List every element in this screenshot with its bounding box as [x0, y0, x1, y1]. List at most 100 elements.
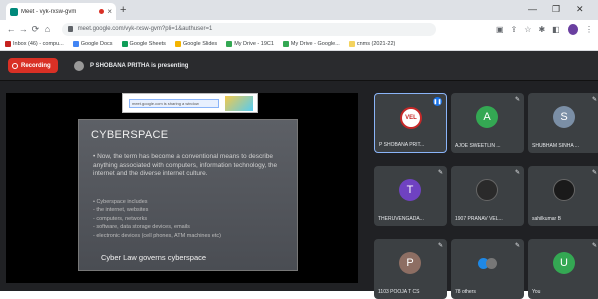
participant-tile[interactable]: A ✎ AJOE SWEETLIN ... [451, 93, 524, 153]
meet-favicon-icon [10, 7, 18, 16]
bookmark-label: Inbox (46) - compu... [13, 41, 64, 47]
participant-tile[interactable]: S ✎ SHUBHAM SINHA ... [528, 93, 598, 153]
puzzle-icon[interactable]: ◧ [552, 25, 560, 34]
mic-off-icon: ✎ [591, 170, 597, 176]
participant-avatar: T [399, 179, 421, 201]
slide-body: • Now, the term has become a conventiona… [93, 153, 278, 178]
speaking-indicator-icon: ❚❚ [433, 97, 442, 106]
participant-avatar: U [553, 252, 575, 274]
participant-tile[interactable]: P ✎ 1103 POOJA T CS [374, 239, 447, 299]
participant-avatar: S [553, 106, 575, 128]
share-banner: meet.google.com is sharing a window [122, 93, 258, 113]
close-window-button[interactable]: ✕ [576, 4, 584, 15]
bookmark-item[interactable]: Google Docs [72, 41, 113, 47]
meet-top-bar: Recording P SHOBANA PRITHA is presenting [0, 51, 598, 81]
bookmark-item[interactable]: cnms (2021-22) [348, 41, 396, 47]
presentation-slide: CYBERSPACE • Now, the term has become a … [78, 119, 298, 271]
mic-off-icon: ✎ [514, 170, 520, 176]
participant-tile[interactable]: ✎ 78 others [451, 239, 524, 299]
share-icon[interactable]: ⇪ [511, 25, 518, 34]
bookmark-label: Google Slides [182, 41, 218, 47]
bookmark-star-icon[interactable]: ☆ [524, 25, 531, 34]
participant-tile[interactable]: T ✎ THERUVENGADA... [374, 166, 447, 226]
participant-tile[interactable]: VEL ❚❚ P SHOBANA PRIT... [374, 93, 447, 153]
mic-off-icon: ✎ [514, 97, 520, 103]
participant-logo: VEL [400, 107, 422, 129]
bookmark-label: cnms (2021-22) [356, 41, 396, 47]
participant-tile[interactable]: U ✎ You [528, 239, 598, 299]
participant-name: AJOE SWEETLIN ... [455, 143, 501, 149]
bookmark-label: My Drive - Google... [290, 41, 340, 47]
participant-name: THERUVENGADA... [378, 216, 424, 222]
mic-off-icon: ✎ [514, 243, 520, 249]
address-text: meet.google.com/vyk-rxsw-gvm?pli=1&authu… [77, 26, 213, 32]
slide-footer: Cyber Law governs cyberspace [101, 253, 207, 262]
slide-sub-item: - electronic devices (cell phones, ATM m… [93, 232, 221, 239]
participant-name: 1103 POOJA T CS [378, 289, 420, 295]
participant-name: You [532, 289, 541, 295]
restore-button[interactable]: ❐ [552, 4, 560, 15]
bookmark-label: Google Sheets [129, 41, 166, 47]
home-button[interactable]: ⌂ [41, 24, 53, 34]
participant-tile[interactable]: ✎ 1907 PRANAV VEL... [451, 166, 524, 226]
bookmark-icon [174, 41, 181, 47]
presenting-text: P SHOBANA PRITHA is presenting [90, 62, 189, 69]
presenter-avatar [74, 60, 84, 71]
participant-avatar: P [399, 252, 421, 274]
bookmark-label: My Drive - 19C1 [234, 41, 274, 47]
extension-icon[interactable]: ✱ [538, 25, 545, 34]
back-button[interactable]: ← [5, 24, 17, 34]
slide-sub-item: - computers, networks [93, 215, 148, 222]
forward-button[interactable]: → [17, 24, 29, 34]
tab-title: Meet - vyk-rxsw-gvm [21, 8, 77, 15]
participant-name: SHUBHAM SINHA ... [532, 143, 579, 149]
mic-off-icon: ✎ [591, 243, 597, 249]
participant-avatar: A [476, 106, 498, 128]
minimize-button[interactable]: — [528, 4, 537, 14]
bookmark-icon [5, 41, 11, 47]
mic-off-icon: ✎ [591, 97, 597, 103]
presenting-indicator: P SHOBANA PRITHA is presenting [74, 60, 189, 71]
recording-label: Recording [21, 62, 51, 69]
bookmark-item[interactable]: My Drive - Google... [282, 41, 340, 47]
bookmark-item[interactable]: Google Slides [174, 41, 218, 47]
record-icon [12, 62, 18, 69]
toolbar: ← → ⟳ ⌂ meet.google.com/vyk-rxsw-gvm?pli… [0, 20, 598, 38]
bookmark-icon [121, 41, 128, 47]
share-banner-text: meet.google.com is sharing a window [129, 99, 219, 108]
slide-sub-list: • Cyberspace includes - the internet, we… [93, 198, 291, 240]
new-tab-button[interactable]: + [120, 4, 126, 16]
lock-icon [67, 26, 73, 32]
participant-name: sahilkumar B [532, 216, 561, 222]
participant-name: 1907 PRANAV VEL... [455, 216, 503, 222]
bookmark-icon [348, 41, 355, 47]
reload-button[interactable]: ⟳ [29, 24, 41, 35]
others-avatars [476, 252, 498, 274]
participant-photo [553, 179, 575, 201]
participant-name: 78 others [455, 289, 476, 295]
bookmark-item[interactable]: Inbox (46) - compu... [5, 41, 64, 47]
bookmark-item[interactable]: Google Sheets [121, 41, 166, 47]
profile-avatar[interactable] [567, 23, 578, 35]
browser-tab[interactable]: Meet - vyk-rxsw-gvm × [6, 3, 116, 20]
participant-name: P SHOBANA PRIT... [379, 142, 425, 148]
screen-share: meet.google.com is sharing a window CYBE… [6, 93, 358, 283]
tab-close-icon[interactable]: × [107, 7, 112, 16]
mic-off-icon: ✎ [437, 170, 443, 176]
mic-off-icon: ✎ [437, 243, 443, 249]
recording-dot-icon [99, 9, 105, 14]
participant-tile[interactable]: ✎ sahilkumar B [528, 166, 598, 226]
share-thumbnail [225, 96, 253, 111]
bookmark-icon [72, 41, 79, 47]
slide-sub-item: - software, data storage devices, emails [93, 224, 190, 231]
camera-icon[interactable]: ▣ [496, 25, 504, 34]
bookmark-icon [226, 41, 233, 47]
menu-icon[interactable]: ⋮ [585, 25, 593, 34]
recording-button[interactable]: Recording [8, 58, 58, 73]
address-bar[interactable]: meet.google.com/vyk-rxsw-gvm?pli=1&authu… [61, 22, 437, 36]
slide-title: CYBERSPACE [91, 129, 169, 141]
bookmark-label: Google Docs [80, 41, 113, 47]
meet-window: Recording P SHOBANA PRITHA is presenting… [0, 51, 598, 299]
bookmark-item[interactable]: My Drive - 19C1 [226, 41, 274, 47]
participant-photo [476, 179, 498, 201]
